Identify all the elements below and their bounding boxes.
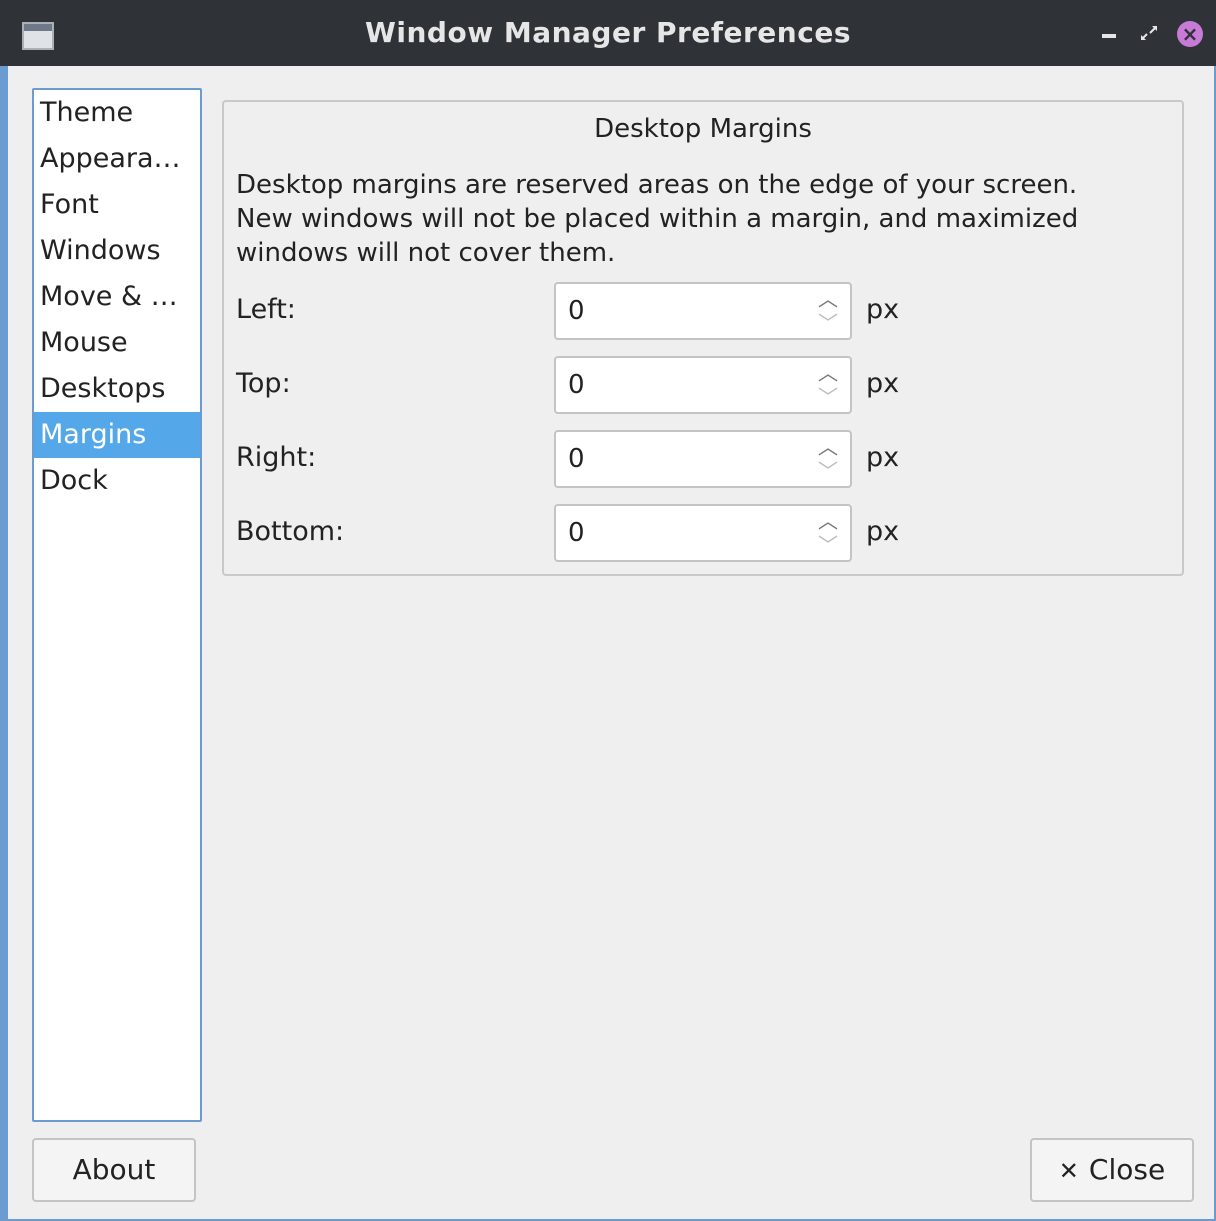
restore-button[interactable] [1134,18,1164,48]
restore-icon [1141,26,1157,40]
sidebar-item-theme[interactable]: Theme [34,90,200,136]
sidebar-item-appearance[interactable]: Appeara… [34,136,200,182]
left-margin-unit: px [866,294,900,325]
sidebar-item-mouse[interactable]: Mouse [34,320,200,366]
window-title: Window Manager Preferences [365,16,851,49]
chevron-up-icon[interactable]: ︿ [816,510,840,532]
chevron-up-icon[interactable]: ︿ [816,436,840,458]
minimize-icon [1102,34,1116,38]
margins-description: Desktop margins are reserved areas on th… [236,168,1166,270]
minimize-button[interactable] [1094,18,1124,48]
top-margin-input[interactable] [556,358,806,412]
close-window-button[interactable]: × [1174,18,1204,48]
sidebar-item-windows[interactable]: Windows [34,228,200,274]
bottom-margin-label: Bottom: [236,516,345,547]
sidebar-item-margins[interactable]: Margins [34,412,200,458]
title-bar[interactable]: Window Manager Preferences × [0,0,1216,66]
right-margin-input[interactable] [556,432,806,486]
top-margin-label: Top: [236,368,291,399]
close-button-label: Close [1088,1153,1166,1186]
sidebar-item-font[interactable]: Font [34,182,200,228]
about-button[interactable]: About [32,1138,196,1202]
bottom-margin-input[interactable] [556,506,806,560]
bottom-margin-spinbox: ︿ ﹀ [554,504,852,562]
chevron-down-icon[interactable]: ﹀ [816,312,840,334]
preferences-window: Window Manager Preferences × Theme Appea… [0,0,1216,1221]
bottom-margin-unit: px [866,516,900,547]
desktop-margins-group: Desktop Margins Desktop margins are rese… [222,100,1184,576]
left-margin-label: Left: [236,294,296,325]
description-line: New windows will not be placed within a … [236,204,1079,234]
close-button[interactable]: ✕ Close [1030,1138,1194,1202]
sidebar-item-desktops[interactable]: Desktops [34,366,200,412]
top-margin-spinbox: ︿ ﹀ [554,356,852,414]
sidebar-item-dock[interactable]: Dock [34,458,200,504]
chevron-up-icon[interactable]: ︿ [816,362,840,384]
about-button-label: About [72,1153,156,1186]
top-margin-unit: px [866,368,900,399]
chevron-up-icon[interactable]: ︿ [816,288,840,310]
right-margin-spinbox: ︿ ﹀ [554,430,852,488]
description-line: windows will not cover them. [236,238,616,268]
chevron-down-icon[interactable]: ﹀ [816,386,840,408]
description-line: Desktop margins are reserved areas on th… [236,170,1078,200]
category-list[interactable]: Theme Appeara… Font Windows Move & … Mou… [32,88,202,1122]
sidebar-item-move-resize[interactable]: Move & … [34,274,200,320]
left-margin-spinbox: ︿ ﹀ [554,282,852,340]
right-margin-label: Right: [236,442,317,473]
chevron-down-icon[interactable]: ﹀ [816,534,840,556]
left-margin-input[interactable] [556,284,806,338]
group-title: Desktop Margins [594,114,812,144]
close-icon: ✕ [1058,1157,1079,1185]
right-margin-unit: px [866,442,900,473]
chevron-down-icon[interactable]: ﹀ [816,460,840,482]
